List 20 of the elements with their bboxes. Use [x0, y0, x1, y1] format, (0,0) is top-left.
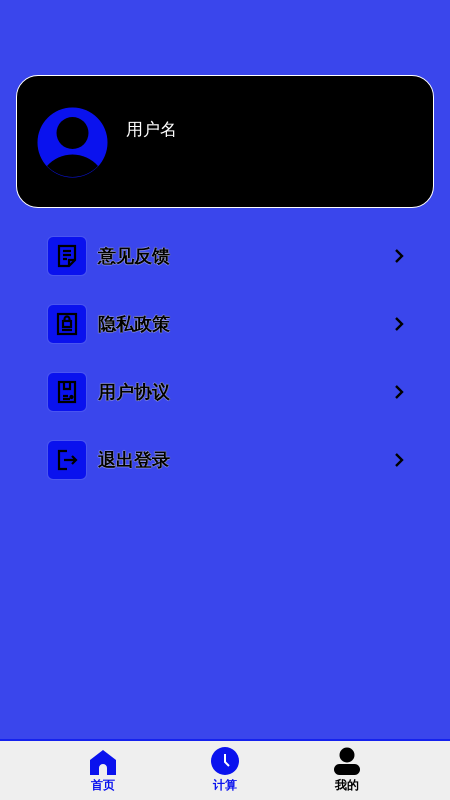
menu-item[interactable]: 隐私政策 — [47, 304, 404, 344]
document-icon — [55, 244, 79, 268]
chevron-icon — [394, 384, 404, 400]
clock-icon — [211, 747, 239, 775]
avatar-icon — [37, 107, 108, 178]
tab[interactable]: 首页 — [81, 741, 125, 800]
menu-item[interactable]: 意见反馈 — [47, 236, 404, 276]
tab[interactable]: 我的 — [325, 741, 369, 800]
tab[interactable]: 计算 — [203, 741, 247, 800]
chevron-icon — [394, 452, 404, 468]
person-icon — [334, 747, 360, 775]
menu-item[interactable]: 退出登录 — [47, 440, 404, 480]
menu-item[interactable]: 用户协议 — [47, 372, 404, 412]
username: 用户名 — [126, 119, 177, 140]
floppy-icon — [55, 380, 79, 404]
chevron-icon — [394, 316, 404, 332]
lock-document-icon — [55, 312, 79, 336]
chevron-icon — [394, 248, 404, 264]
logout-icon — [55, 448, 79, 472]
home-icon — [89, 749, 117, 775]
